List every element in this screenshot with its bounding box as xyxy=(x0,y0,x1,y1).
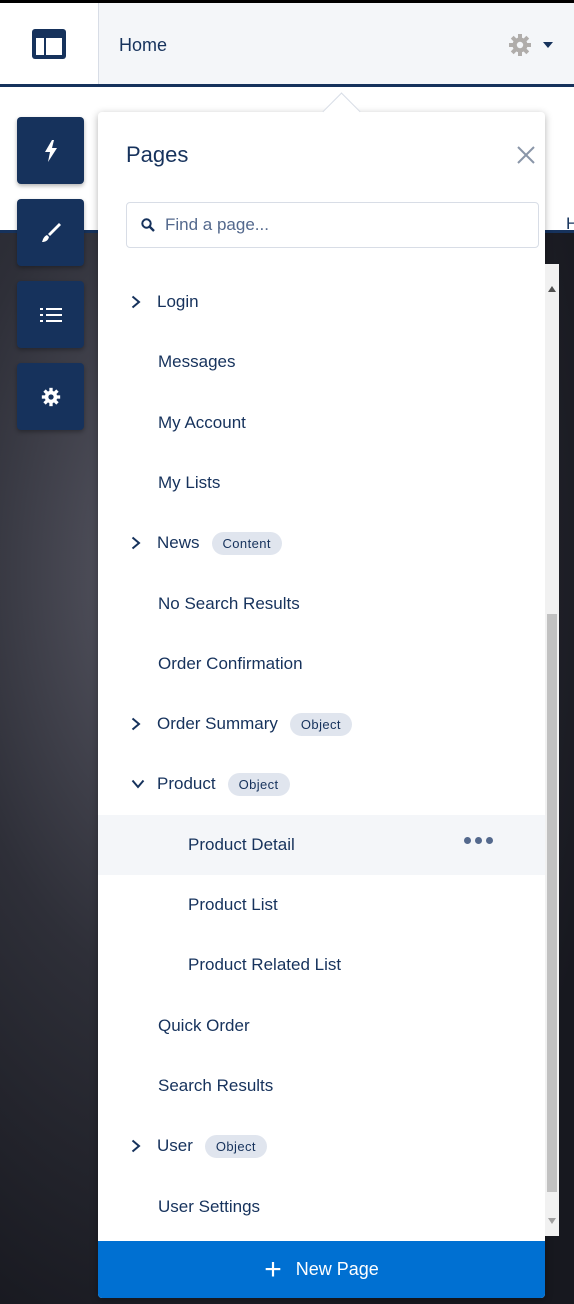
page-item-label: Product List xyxy=(188,895,278,914)
list-icon xyxy=(39,307,62,322)
page-list-item[interactable]: Messages xyxy=(98,332,545,392)
page-item-label: My Lists xyxy=(158,473,221,492)
page-item-label: Login xyxy=(157,292,199,311)
new-page-label: New Page xyxy=(295,1259,379,1279)
page-list-item[interactable]: User Object xyxy=(98,1116,545,1176)
chevron-down-icon[interactable] xyxy=(131,777,145,791)
list-scrollbar[interactable] xyxy=(545,264,559,1236)
chevron-right-icon[interactable] xyxy=(131,536,145,550)
page-type-badge: Content xyxy=(211,531,282,555)
page-type-badge: Object xyxy=(289,712,352,736)
page-item-label: User Settings xyxy=(158,1197,261,1216)
page-item-label: Order Confirmation xyxy=(158,654,303,673)
page-list-item[interactable]: Quick Order xyxy=(98,996,545,1056)
page-item-label: News xyxy=(157,533,200,552)
chevron-right-icon[interactable] xyxy=(131,1139,145,1153)
search-icon xyxy=(141,218,155,232)
pages-panel: Pages Login Messages My Account My Lists New… xyxy=(98,92,545,1298)
chevron-right-icon[interactable] xyxy=(131,717,145,731)
close-icon xyxy=(517,146,535,164)
tool-theme[interactable] xyxy=(17,199,84,266)
page-list-item[interactable]: Product List xyxy=(98,875,545,935)
brush-icon xyxy=(41,222,61,242)
more-actions-icon[interactable] xyxy=(464,837,493,844)
app-logo[interactable] xyxy=(0,3,98,84)
page-item-label: No Search Results xyxy=(158,594,300,613)
page-item-label: Product xyxy=(157,774,216,793)
page-item-label: Search Results xyxy=(158,1076,274,1095)
search-box[interactable] xyxy=(126,202,539,248)
page-list-item[interactable]: Login xyxy=(98,272,545,332)
layout-icon xyxy=(32,28,66,59)
close-button[interactable] xyxy=(513,142,539,168)
tool-page-structure[interactable] xyxy=(17,281,84,348)
page-list-item[interactable]: Order Summary Object xyxy=(98,694,545,754)
top-header: Home xyxy=(0,0,574,87)
search-input[interactable] xyxy=(163,214,527,236)
chevron-right-icon[interactable] xyxy=(131,295,145,309)
page-item-label: My Account xyxy=(158,413,246,432)
page-settings-menu[interactable] xyxy=(508,33,554,57)
page-list-item[interactable]: My Lists xyxy=(98,453,545,513)
page-item-label: Quick Order xyxy=(158,1016,250,1035)
page-item-label: Product Related List xyxy=(188,955,342,974)
page-list-item[interactable]: Product Detail xyxy=(98,815,545,875)
page-list-item[interactable]: User Settings xyxy=(98,1177,545,1237)
page-item-label: Messages xyxy=(158,352,236,371)
page-selector[interactable]: Home xyxy=(98,3,574,84)
page-item-label: Product Detail xyxy=(188,835,295,854)
panel-title: Pages xyxy=(126,142,189,167)
page-list-item[interactable]: No Search Results xyxy=(98,574,545,634)
current-page-title: Home xyxy=(119,35,168,55)
tool-settings[interactable] xyxy=(17,363,84,430)
page-item-label: User xyxy=(157,1136,193,1155)
page-list-item[interactable]: Search Results xyxy=(98,1056,545,1116)
gear-icon xyxy=(41,387,60,406)
page-list-item[interactable]: Product Object xyxy=(98,754,545,814)
page-list-item[interactable]: My Account xyxy=(98,393,545,453)
page-type-badge: Object xyxy=(204,1134,267,1158)
tool-components[interactable] xyxy=(17,117,84,184)
page-list-item[interactable]: Order Confirmation xyxy=(98,634,545,694)
canvas-text-fragment: H xyxy=(566,214,574,233)
scroll-down-arrow[interactable] xyxy=(548,1218,556,1224)
scroll-up-arrow[interactable] xyxy=(548,286,556,292)
lightning-icon xyxy=(44,139,57,162)
gear-icon xyxy=(509,34,531,56)
caret-down-icon xyxy=(543,42,553,48)
page-list-item[interactable]: News Content xyxy=(98,513,545,573)
scroll-thumb[interactable] xyxy=(547,614,557,1192)
plus-icon: + xyxy=(264,1252,282,1286)
new-page-button[interactable]: + New Page xyxy=(98,1241,545,1298)
page-list-item[interactable]: Product Related List xyxy=(98,935,545,995)
page-item-label: Order Summary xyxy=(157,714,278,733)
page-type-badge: Object xyxy=(227,772,290,796)
